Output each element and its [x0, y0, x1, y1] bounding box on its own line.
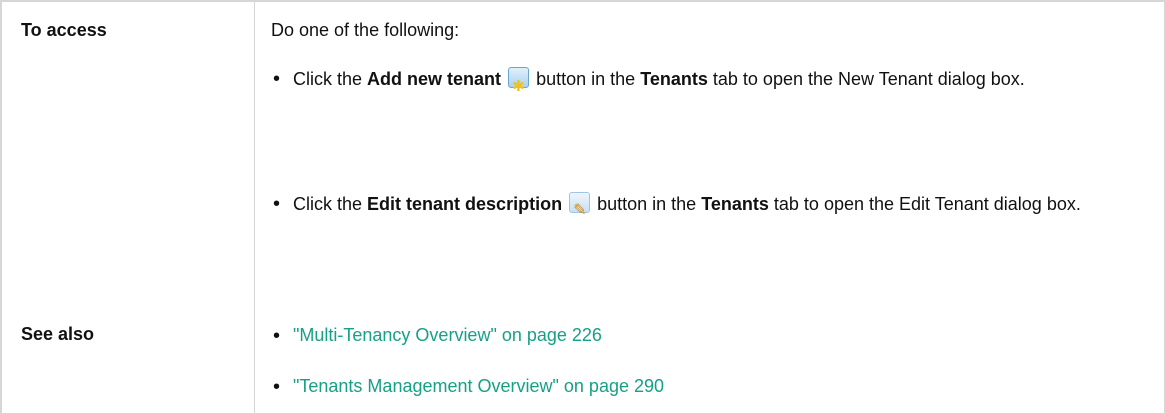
- bullet-text: button in the: [597, 194, 697, 214]
- bullet-text: Click the: [293, 194, 363, 214]
- add-new-tenant-icon: [508, 67, 530, 105]
- intro-text: Do one of the following:: [271, 20, 460, 40]
- bullet-dot: •: [273, 325, 281, 347]
- bullet-text: Tenant dialog box.: [878, 69, 1025, 89]
- bullet-text: the Edit Tenant dialog box.: [869, 194, 1081, 214]
- see-also-row: See also • "Multi-Tenancy Overview" on p…: [0, 308, 1166, 414]
- multi-tenancy-overview-link[interactable]: "Multi-Tenancy Overview" on page 226: [293, 325, 602, 346]
- to-access-label-cell: To access: [0, 2, 255, 309]
- edit-tenant-description-label: Edit tenant description: [367, 194, 563, 214]
- bullet-text: Click the: [293, 69, 363, 89]
- info-table: To access Do one of the following: • Cli…: [0, 0, 1166, 414]
- bullet-dot: •: [273, 193, 281, 215]
- to-access-content-cell: Do one of the following: • Click the Add…: [254, 2, 1166, 309]
- see-also-label: See also: [21, 324, 95, 344]
- tenants-tab-label: Tenants: [701, 194, 769, 214]
- see-also-label-cell: See also: [0, 308, 255, 413]
- edit-tenant-description-icon: [569, 191, 591, 229]
- bullet-dot: •: [273, 376, 281, 398]
- to-access-label: To access: [21, 20, 107, 40]
- see-also-content-cell: • "Multi-Tenancy Overview" on page 226 •…: [254, 308, 1166, 413]
- bullet-text: tab to open the New: [712, 69, 875, 89]
- bullet-text: tab to open: [773, 194, 864, 214]
- add-new-tenant-label: Add new tenant: [367, 69, 502, 89]
- tenants-tab-label: Tenants: [640, 69, 708, 89]
- tenants-management-overview-link[interactable]: "Tenants Management Overview" on page 29…: [293, 376, 664, 397]
- bullet-dot: •: [273, 68, 281, 90]
- to-access-row: To access Do one of the following: • Cli…: [0, 0, 1166, 310]
- bullet-text: button in the: [536, 69, 636, 89]
